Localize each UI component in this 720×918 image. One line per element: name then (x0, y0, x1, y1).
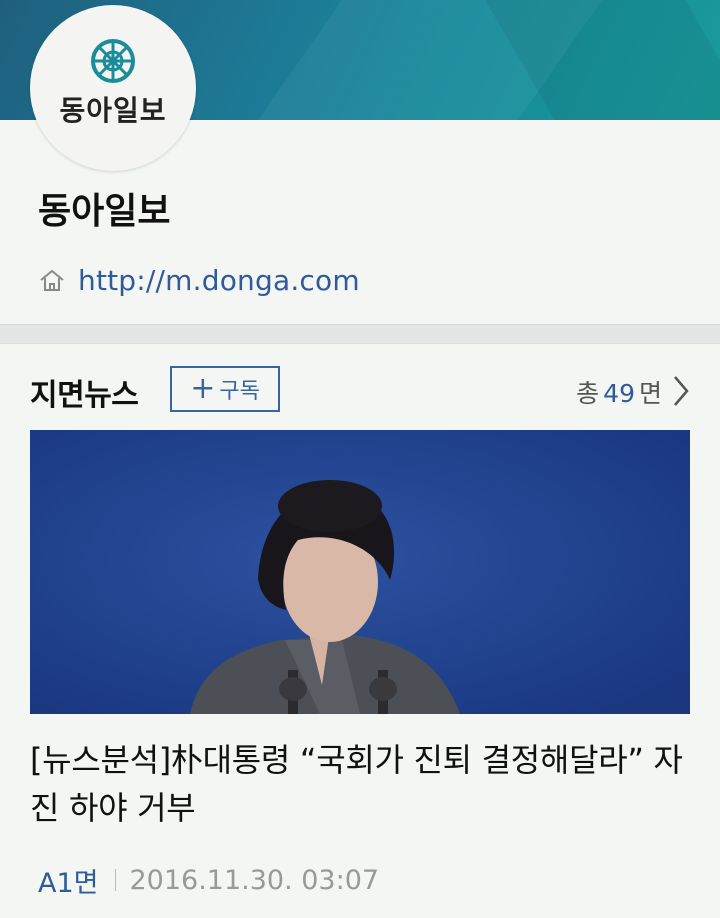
section-divider (0, 324, 720, 344)
article-photo[interactable] (30, 430, 690, 714)
logo-text: 동아일보 (59, 94, 167, 127)
publisher-url-link[interactable]: http://m.donga.com (38, 262, 360, 298)
article-headline[interactable]: [뉴스분석]朴대통령 “국회가 진퇴 결정해달라” 자진 하야 거부 (30, 736, 690, 832)
total-prefix: 총 (576, 379, 600, 408)
article-date: 2016.11.30. 03:07 (129, 864, 380, 896)
subscribe-label: 구독 (219, 379, 260, 404)
url-text[interactable]: http://m.donga.com (78, 264, 360, 297)
chevron-right-icon[interactable] (672, 374, 690, 408)
total-suffix: 면 (638, 379, 662, 408)
article-meta: A1면 2016.11.30. 03:07 (38, 864, 380, 899)
subscribe-button[interactable]: + 구독 (170, 366, 280, 412)
total-pages[interactable]: 총 49 면 (576, 374, 662, 410)
publisher-name: 동아일보 (38, 191, 171, 232)
article-page: A1면 (38, 867, 99, 899)
donga-emblem-icon (91, 39, 135, 83)
publisher-logo: 동아일보 (30, 5, 196, 171)
meta-separator (114, 869, 116, 891)
section-title: 지면뉴스 (30, 378, 139, 413)
plus-icon: + (190, 371, 216, 406)
home-icon (40, 269, 64, 291)
section-header: 지면뉴스 + 구독 총 49 면 (0, 344, 720, 428)
total-count: 49 (603, 379, 635, 408)
